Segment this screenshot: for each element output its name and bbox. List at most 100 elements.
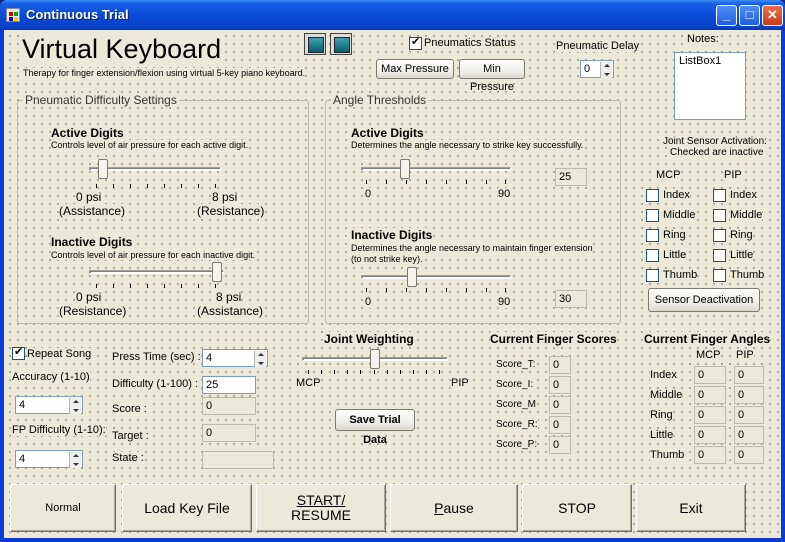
joint-weighting-title: Joint Weighting — [324, 332, 414, 346]
sensor-pip-checkbox[interactable] — [713, 269, 726, 282]
pneumatics-status-checkbox[interactable] — [409, 35, 422, 50]
slider-ticks — [96, 184, 216, 188]
sensor-mcp-finger-label: Middle — [663, 209, 696, 221]
sensor-pip-finger-label: Thumb — [730, 269, 765, 281]
sensor-mcp-checkbox[interactable] — [646, 189, 659, 202]
difficulty-label: Difficulty (1-100) : — [112, 378, 198, 390]
sensor-mcp-header: MCP — [656, 169, 681, 181]
score-row-value: 0 — [549, 416, 571, 434]
start-resume-button[interactable]: START/ RESUME — [256, 484, 386, 532]
close-button[interactable]: ✕ — [762, 5, 783, 26]
sensor-mcp-checkbox[interactable] — [646, 249, 659, 262]
maximize-button[interactable]: □ — [739, 5, 760, 26]
angle-active-min: 0 — [365, 188, 372, 200]
accuracy-spinner[interactable]: 4 — [15, 396, 83, 414]
angle-mcp-value: 0 — [694, 386, 726, 404]
slider-ticks — [96, 284, 216, 288]
app-window: Continuous Trial _ □ ✕ Virtual Keyboard … — [0, 0, 785, 542]
pneumatic-delay-label: Pneumatic Delay — [556, 40, 640, 52]
angle-pip-value: 0 — [734, 386, 764, 404]
angle-pip-value: 0 — [734, 426, 764, 444]
repeat-song-checkbox[interactable] — [12, 345, 25, 360]
slider-ticks — [366, 288, 506, 292]
sensor-pip-finger-label: Little — [730, 249, 754, 261]
spin-arrows-icon[interactable] — [69, 452, 81, 468]
sensor-mcp-checkbox[interactable] — [646, 229, 659, 242]
score-row-label: Score_R: — [496, 419, 538, 430]
sensor-mcp-checkbox[interactable] — [646, 209, 659, 222]
angle-thresholds-title: Angle Thresholds — [331, 93, 429, 107]
start-label: START/ — [296, 492, 346, 508]
state-label: State : — [112, 452, 144, 464]
spin-arrows-icon[interactable] — [254, 351, 266, 367]
accuracy-value: 4 — [19, 399, 26, 411]
page-subtitle: Therapy for finger extension/flexion usi… — [23, 68, 306, 78]
active-pressure-slider[interactable] — [97, 159, 108, 179]
joint-weighting-slider[interactable] — [370, 349, 380, 369]
window-title: Continuous Trial — [26, 7, 129, 22]
exit-button[interactable]: Exit — [636, 484, 746, 532]
target-value: 0 — [202, 424, 256, 442]
angle-inactive-slider[interactable] — [407, 267, 418, 287]
repeat-song-label: Repeat Song — [27, 348, 92, 360]
angles-pip-header: PIP — [736, 349, 754, 361]
normal-button[interactable]: Normal — [10, 484, 116, 532]
active-pressure-min-note: (Assistance) — [59, 204, 126, 218]
inactive-pressure-max: 8 psi — [216, 290, 242, 304]
form-client-area: Virtual Keyboard Therapy for finger exte… — [4, 30, 781, 538]
spin-arrows-icon[interactable] — [600, 62, 612, 78]
sensor-mcp-finger-label: Little — [663, 249, 687, 261]
fp-difficulty-spinner[interactable]: 4 — [15, 450, 83, 468]
inactive-pressure-min: 0 psi — [76, 290, 102, 304]
title-bar[interactable]: Continuous Trial _ □ ✕ — [0, 0, 785, 30]
angle-row-label: Ring — [650, 409, 673, 421]
max-pressure-button[interactable]: Max Pressure — [376, 59, 454, 79]
sensor-mcp-checkbox[interactable] — [646, 269, 659, 282]
angle-pip-value: 0 — [734, 406, 764, 424]
active-pressure-max: 8 psi — [212, 190, 238, 204]
press-time-spinner[interactable]: 4 — [202, 349, 268, 367]
listbox-item[interactable]: ListBox1 — [679, 55, 721, 67]
stop-button[interactable]: STOP — [522, 484, 632, 532]
load-key-file-button[interactable]: Load Key File — [122, 484, 252, 532]
pause-label: ause — [443, 500, 474, 516]
angle-mcp-value: 0 — [694, 446, 726, 464]
save-trial-data-button[interactable]: Save Trial Data — [335, 409, 415, 446]
angle-pip-value: 0 — [734, 446, 764, 464]
fp-difficulty-value: 4 — [19, 453, 26, 465]
sensor-pip-checkbox[interactable] — [713, 249, 726, 262]
pneumatic-delay-value: 0 — [584, 63, 591, 75]
press-time-label: Press Time (sec) : — [112, 351, 201, 363]
sensor-pip-checkbox[interactable] — [713, 189, 726, 202]
angle-inactive-track — [361, 275, 511, 279]
inactive-pressure-max-note: (Assistance) — [197, 304, 264, 318]
pneumatic-delay-spinner[interactable]: 0 — [580, 60, 614, 78]
score-row-label: Score_M — [496, 399, 537, 410]
angle-active-slider[interactable] — [400, 159, 411, 179]
inactive-pressure-slider[interactable] — [212, 262, 222, 282]
sensor-deactivation-button[interactable]: Sensor Deactivation — [648, 288, 760, 312]
sensor-pip-checkbox[interactable] — [713, 229, 726, 242]
minimize-button[interactable]: _ — [716, 5, 737, 26]
min-pressure-button[interactable]: Min Pressure — [459, 59, 525, 93]
resume-label: RESUME — [291, 507, 351, 523]
angles-title: Current Finger Angles — [644, 332, 771, 346]
angle-mcp-value: 0 — [694, 426, 726, 444]
difficulty-input[interactable]: 25 — [202, 376, 256, 394]
monitor-icon-2[interactable] — [330, 33, 352, 55]
inactive-pressure-track — [89, 270, 224, 274]
pneumatic-settings-title: Pneumatic Difficulty Settings — [23, 93, 179, 107]
slider-ticks — [366, 180, 506, 184]
press-time-value: 4 — [206, 352, 213, 364]
fp-difficulty-label: FP Difficulty (1-10): — [12, 424, 106, 436]
notes-listbox[interactable]: ListBox1 — [674, 52, 746, 120]
score-row-label: Score_P: — [496, 439, 538, 450]
angle-active-max: 90 — [498, 188, 511, 200]
angle-inactive-value: 30 — [555, 290, 587, 308]
angle-active-heading: Active Digits — [351, 126, 424, 140]
pause-button[interactable]: Pause — [390, 484, 518, 532]
score-row-value: 0 — [549, 436, 571, 454]
monitor-icon[interactable] — [304, 33, 326, 55]
spin-arrows-icon[interactable] — [69, 398, 81, 414]
sensor-pip-checkbox[interactable] — [713, 209, 726, 222]
